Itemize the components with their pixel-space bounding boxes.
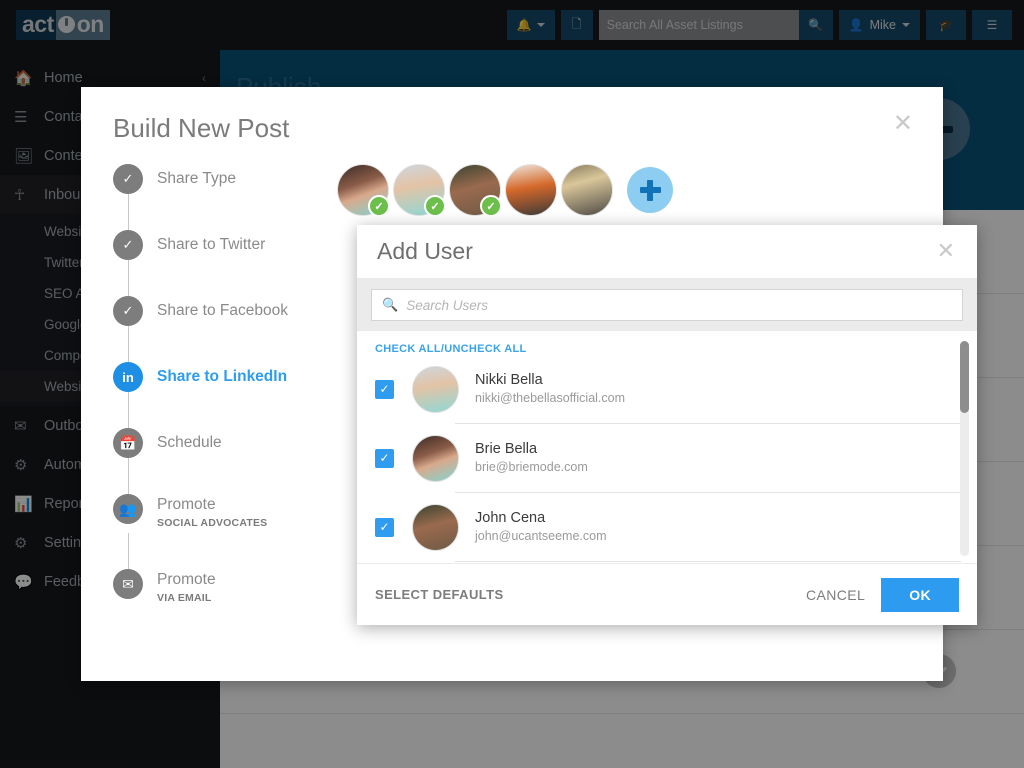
step-share-to-twitter[interactable]: ✓ Share to Twitter	[113, 230, 331, 260]
check-icon: ✓	[424, 195, 446, 217]
checkbox-checked-icon[interactable]: ✓	[375, 448, 394, 468]
checkbox-checked-icon[interactable]: ✓	[375, 517, 394, 537]
add-user-dialog: Add User ✕ 🔍 CHECK ALL/UNCHECK ALL ✓ Nik…	[357, 225, 977, 625]
step-label: Share to Twitter	[157, 236, 266, 253]
search-users-input[interactable]	[406, 297, 962, 313]
user-email: john@ucantseeme.com	[475, 529, 607, 543]
scrollbar[interactable]	[960, 341, 969, 556]
user-search-field: 🔍	[371, 289, 963, 321]
step-share-to-facebook[interactable]: ✓ Share to Facebook	[113, 296, 331, 326]
check-icon: ✓	[368, 195, 390, 217]
user-list: CHECK ALL/UNCHECK ALL ✓ Nikki Bella nikk…	[357, 331, 977, 563]
check-circle-icon: ✓	[113, 164, 143, 194]
linkedin-icon: in	[113, 362, 143, 392]
step-connector	[128, 326, 129, 362]
avatar	[412, 365, 459, 413]
dialog-header: Build New Post ✕	[81, 87, 943, 144]
avatar[interactable]: ✓	[393, 164, 446, 217]
user-search-strip: 🔍	[357, 279, 977, 331]
step-sublabel: VIA EMAIL	[157, 592, 212, 604]
avatar[interactable]	[561, 164, 613, 216]
users-icon: 👥	[113, 494, 143, 524]
checkbox-checked-icon[interactable]: ✓	[375, 379, 394, 399]
selected-advocates: ✓ ✓ ✓	[331, 164, 919, 217]
step-label: Promote	[157, 571, 216, 588]
check-all-toggle[interactable]: CHECK ALL/UNCHECK ALL	[357, 331, 977, 363]
ok-button[interactable]: OK	[881, 577, 959, 612]
step-share-to-linkedin[interactable]: in Share to LinkedIn	[113, 362, 331, 392]
list-item[interactable]: ✓ John Cena john@ucantseeme.com	[357, 501, 977, 553]
avatar-image	[506, 165, 556, 215]
user-name: Nikki Bella	[475, 372, 543, 388]
step-promote-via-email[interactable]: ✉ Promote VIA EMAIL	[113, 569, 331, 608]
cancel-button[interactable]: CANCEL	[806, 587, 865, 603]
add-user-title: Add User	[377, 238, 473, 264]
search-icon: 🔍	[382, 297, 399, 312]
avatar-image	[562, 165, 612, 215]
step-sublabel: SOCIAL ADVOCATES	[157, 517, 268, 529]
divider	[455, 561, 961, 562]
check-circle-icon: ✓	[113, 296, 143, 326]
step-promote-social-advocates[interactable]: 👥 Promote SOCIAL ADVOCATES	[113, 494, 331, 533]
step-label: Share to LinkedIn	[157, 368, 288, 385]
user-name: Brie Bella	[475, 441, 538, 457]
add-user-button[interactable]	[627, 167, 673, 213]
avatar	[412, 434, 459, 482]
add-user-footer: SELECT DEFAULTS CANCEL OK	[357, 563, 977, 625]
select-defaults-button[interactable]: SELECT DEFAULTS	[375, 587, 504, 602]
divider	[455, 492, 961, 493]
check-circle-icon: ✓	[113, 230, 143, 260]
list-item[interactable]: ✓ Brie Bella brie@briemode.com	[357, 432, 977, 484]
user-email: brie@briemode.com	[475, 460, 588, 474]
step-connector	[128, 194, 129, 230]
check-icon: ✓	[480, 195, 502, 217]
step-label: Share Type	[157, 170, 236, 187]
step-connector	[128, 392, 129, 428]
avatar[interactable]	[505, 164, 557, 216]
close-icon[interactable]: ✕	[937, 239, 955, 264]
user-email: nikki@thebellasofficial.com	[475, 391, 626, 405]
step-share-type[interactable]: ✓ Share Type	[113, 164, 331, 194]
avatar[interactable]: ✓	[337, 164, 390, 217]
list-item[interactable]: ✓ Nikki Bella nikki@thebellasofficial.co…	[357, 363, 977, 415]
step-connector	[128, 533, 129, 569]
user-name: John Cena	[475, 510, 546, 526]
close-icon[interactable]: ✕	[893, 111, 913, 135]
step-label: Share to Facebook	[157, 302, 288, 319]
step-schedule[interactable]: 📅 Schedule	[113, 428, 331, 458]
step-label: Promote	[157, 496, 216, 513]
dialog-title: Build New Post	[113, 113, 290, 143]
avatar	[412, 503, 459, 551]
step-label: Schedule	[157, 434, 222, 451]
add-user-header: Add User ✕	[357, 225, 977, 279]
step-connector	[128, 260, 129, 296]
envelope-icon: ✉	[113, 569, 143, 599]
wizard-steps: ✓ Share Type ✓ Share to Twitter ✓ Share …	[81, 164, 331, 608]
divider	[455, 423, 961, 424]
avatar[interactable]: ✓	[449, 164, 502, 217]
step-connector	[128, 458, 129, 494]
scrollbar-thumb[interactable]	[960, 341, 969, 413]
calendar-icon: 📅	[113, 428, 143, 458]
